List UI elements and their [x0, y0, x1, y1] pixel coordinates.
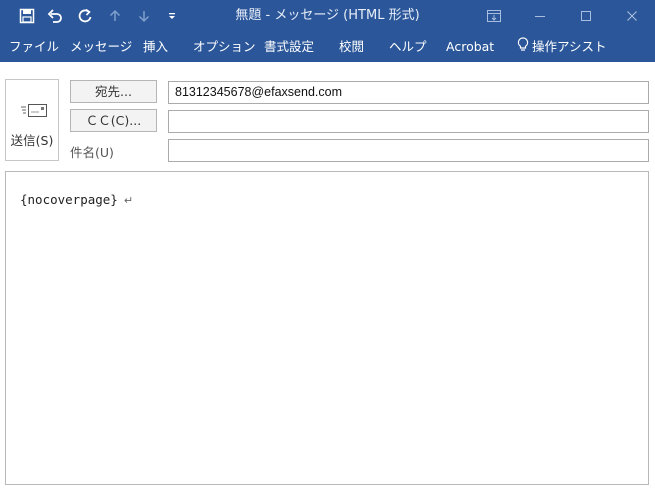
minimize-icon[interactable] [517, 0, 563, 32]
tell-me-label: 操作アシスト [532, 39, 607, 54]
undo-icon[interactable] [45, 6, 65, 26]
tab-file[interactable]: ファイル [9, 32, 59, 62]
tab-message[interactable]: メッセージ [70, 32, 132, 62]
cc-field[interactable] [168, 110, 649, 133]
tab-format[interactable]: 書式設定 [264, 32, 314, 62]
tab-insert[interactable]: 挿入 [143, 32, 168, 62]
subject-label: 件名(U) [70, 145, 114, 160]
down-arrow-icon[interactable] [134, 6, 154, 26]
tab-options[interactable]: オプション [193, 32, 256, 62]
tab-review[interactable]: 校閲 [339, 32, 364, 62]
tell-me-search[interactable]: 操作アシスト [517, 32, 607, 62]
title-bar: 無題 - メッセージ (HTML 形式) [0, 0, 655, 32]
message-body[interactable]: {nocoverpage} ↵ [5, 171, 649, 485]
ribbon-display-icon[interactable] [471, 0, 517, 32]
tab-help[interactable]: ヘルプ [389, 32, 427, 62]
redo-icon[interactable] [75, 6, 95, 26]
subject-field[interactable] [168, 139, 649, 162]
send-button[interactable]: 送信(S) [5, 79, 59, 161]
paragraph-mark: ↵ [123, 194, 134, 207]
send-envelope-icon [19, 102, 49, 123]
up-arrow-icon[interactable] [105, 6, 125, 26]
tab-acrobat[interactable]: Acrobat [446, 32, 494, 62]
customize-icon[interactable] [162, 6, 182, 26]
cc-button[interactable]: ＣＣ(C)... [70, 109, 157, 132]
close-icon[interactable] [609, 0, 655, 32]
lightbulb-icon [517, 33, 529, 63]
body-text: {nocoverpage} [20, 192, 118, 207]
to-button[interactable]: 宛先... [70, 80, 157, 103]
ribbon-tabs: ファイル メッセージ 挿入 オプション 書式設定 校閲 ヘルプ Acrobat … [0, 32, 655, 62]
to-field[interactable]: 81312345678@efaxsend.com [168, 81, 649, 104]
save-icon[interactable] [17, 6, 37, 26]
maximize-icon[interactable] [563, 0, 609, 32]
send-label: 送信(S) [10, 133, 54, 148]
body-text-line: {nocoverpage} ↵ [20, 192, 133, 207]
